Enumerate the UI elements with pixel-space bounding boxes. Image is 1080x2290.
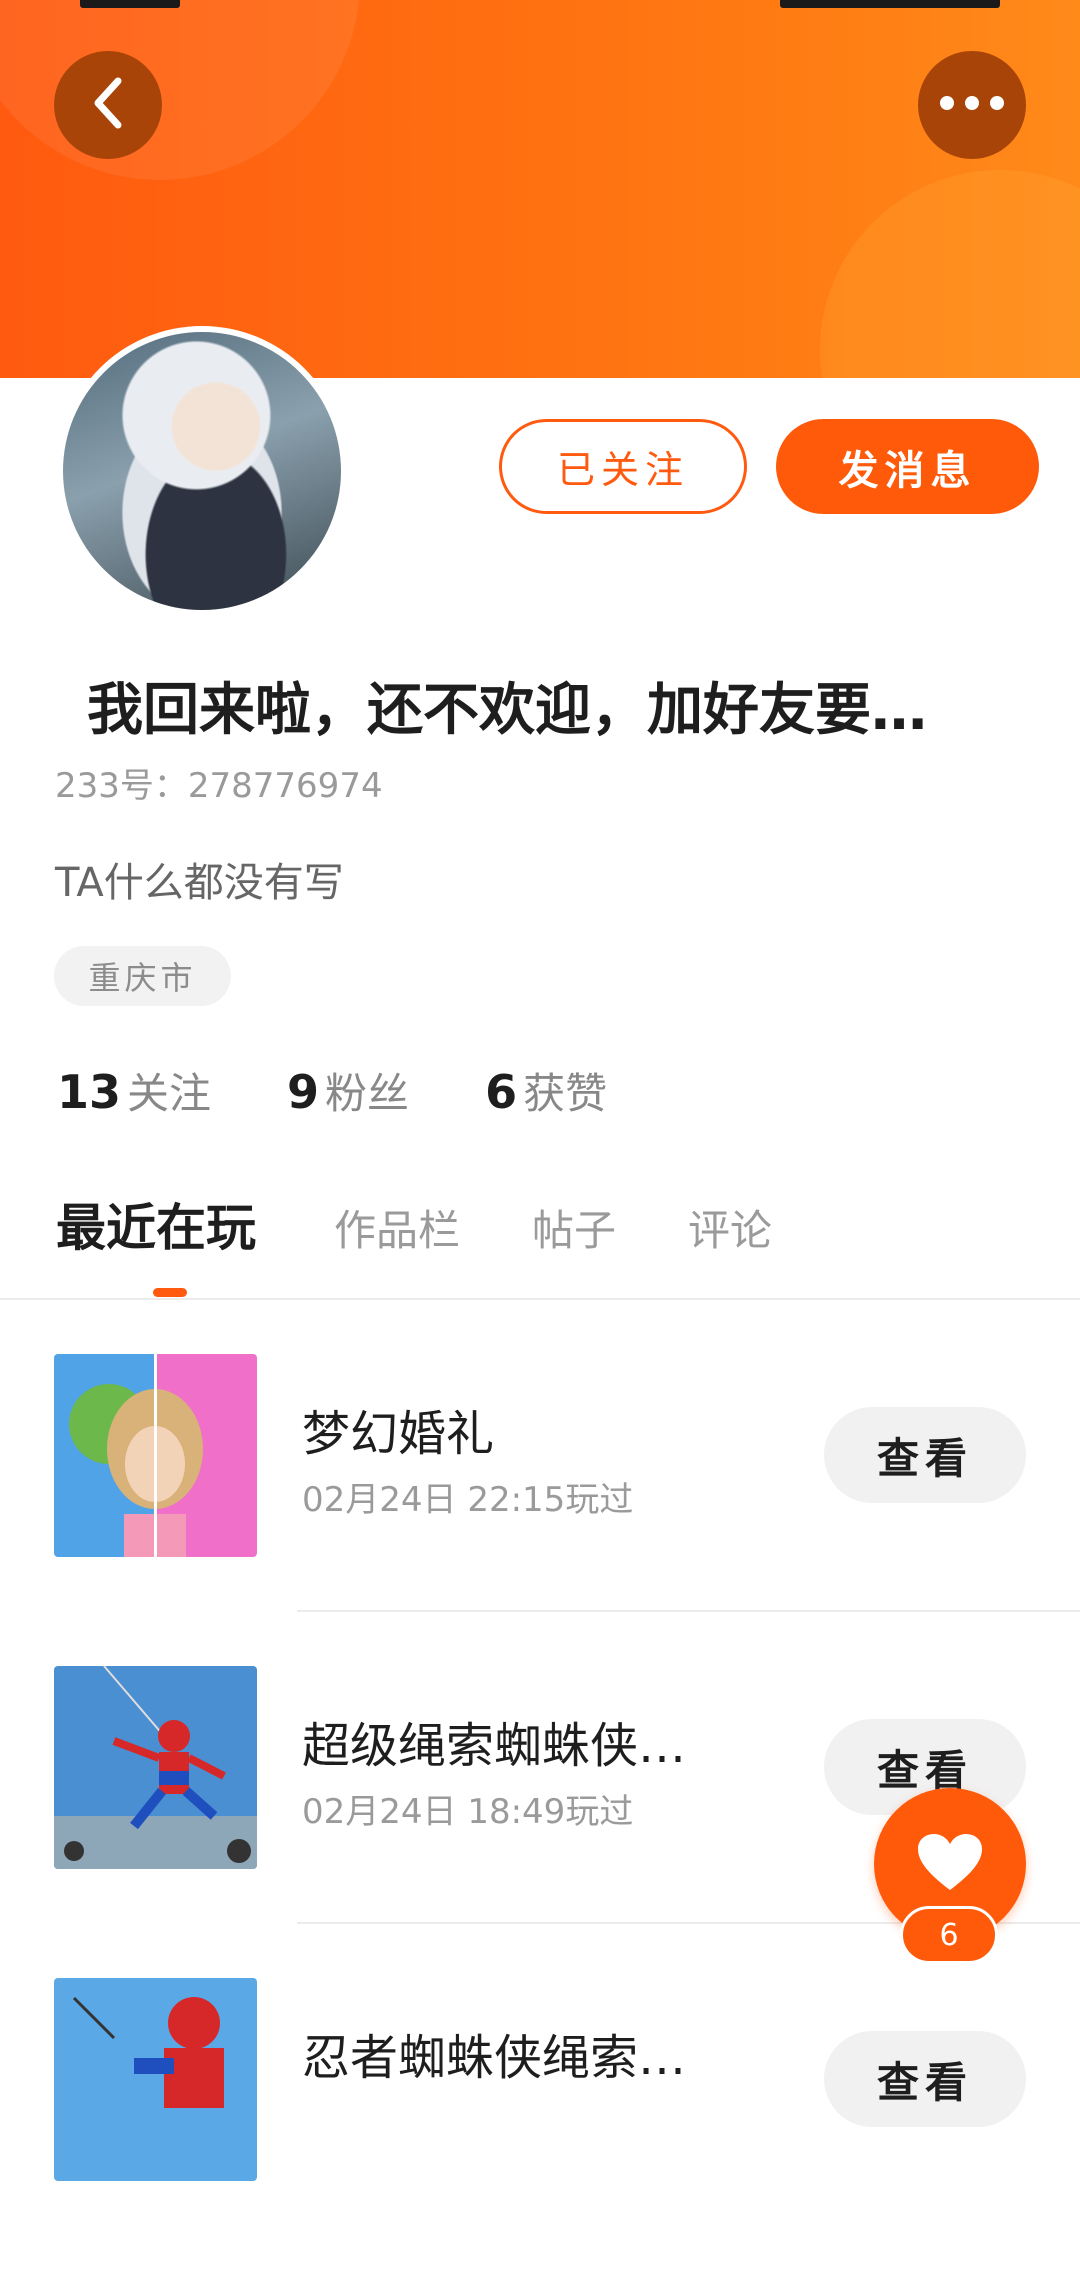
more-dots-icon — [939, 95, 1005, 115]
avatar[interactable] — [57, 326, 347, 616]
user-name: 我回来啦，还不欢迎，加好友要… — [87, 678, 927, 743]
view-button[interactable]: 查看 — [824, 2031, 1026, 2127]
stat-fans[interactable]: 9 粉丝 — [287, 1060, 409, 1121]
game-thumbnail — [54, 1978, 257, 2181]
played-time: 02月24日 18:49玩过 — [302, 1792, 634, 1832]
profile-tabs: 最近在玩 作品栏 帖子 评论 — [56, 1188, 844, 1260]
view-button[interactable]: 查看 — [824, 1407, 1026, 1503]
more-options-button[interactable] — [918, 51, 1026, 159]
game-title: 超级绳索蜘蛛侠：… — [302, 1718, 732, 1774]
game-thumbnail — [54, 1354, 257, 1557]
header-decoration — [0, 0, 360, 180]
avatar-image — [63, 332, 341, 610]
stat-likes[interactable]: 6 获赞 — [485, 1060, 607, 1121]
stat-count: 13 — [57, 1065, 122, 1119]
game-title: 梦幻婚礼 — [302, 1406, 495, 1462]
stat-following[interactable]: 13 关注 — [57, 1060, 211, 1121]
tab-recently-played[interactable]: 最近在玩 — [56, 1188, 256, 1260]
stat-label: 关注 — [127, 1069, 212, 1118]
list-item[interactable]: 梦幻婚礼 02月24日 22:15玩过 查看 — [0, 1354, 1080, 1666]
header-decoration — [820, 170, 1080, 378]
tab-comments[interactable]: 评论 — [688, 1197, 772, 1258]
game-title: 忍者蜘蛛侠绳索英… — [302, 2030, 732, 2086]
status-bar-icons — [780, 0, 1000, 8]
following-button[interactable]: 已关注 — [499, 419, 747, 514]
send-message-button[interactable]: 发消息 — [776, 419, 1039, 514]
stat-label: 粉丝 — [325, 1069, 410, 1118]
like-count-badge: 6 — [900, 1906, 998, 1964]
divider — [0, 1298, 1080, 1300]
chevron-left-icon — [88, 75, 128, 135]
user-id: 233号：278776974 — [55, 766, 383, 806]
profile-stats: 13 关注 9 粉丝 6 获赞 — [57, 1060, 607, 1121]
profile-header-banner — [0, 0, 1080, 378]
stat-count: 6 — [485, 1065, 518, 1119]
stat-count: 9 — [287, 1065, 320, 1119]
tab-posts[interactable]: 帖子 — [532, 1197, 616, 1258]
active-tab-indicator — [153, 1288, 187, 1297]
user-bio: TA什么都没有写 — [55, 860, 344, 906]
game-thumbnail — [54, 1666, 257, 1869]
tab-works[interactable]: 作品栏 — [334, 1197, 460, 1258]
back-button[interactable] — [54, 51, 162, 159]
location-tag: 重庆市 — [54, 946, 231, 1006]
heart-icon — [916, 1832, 984, 1896]
status-bar-time — [80, 0, 180, 8]
played-time: 02月24日 22:15玩过 — [302, 1480, 634, 1520]
divider — [297, 1610, 1080, 1612]
list-item[interactable]: 忍者蜘蛛侠绳索英… 查看 — [0, 1978, 1080, 2290]
stat-label: 获赞 — [523, 1069, 608, 1118]
